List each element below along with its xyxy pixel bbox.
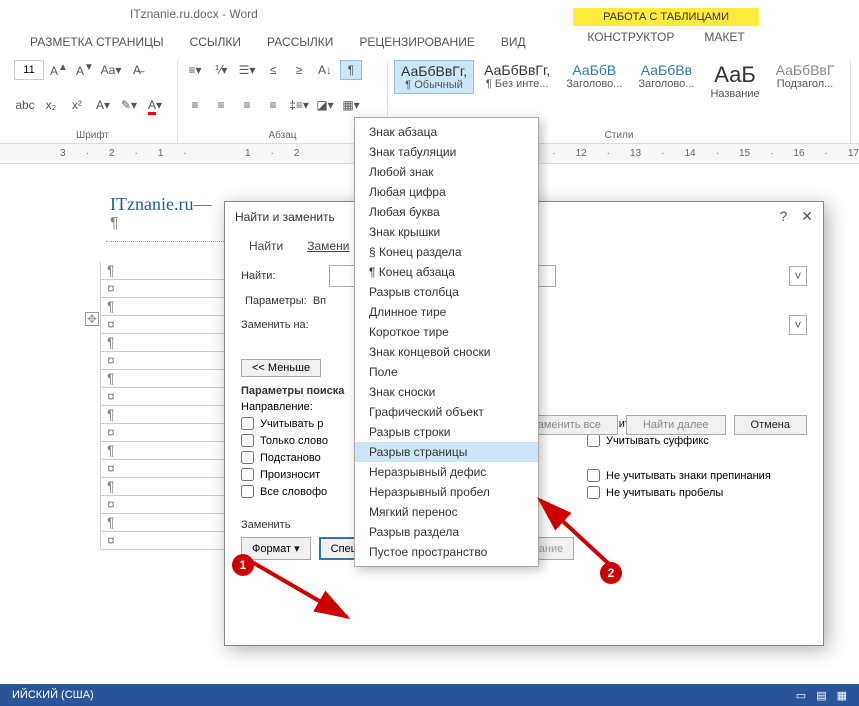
find-next-button[interactable]: Найти далее bbox=[626, 415, 726, 435]
sort-icon[interactable]: A↓ bbox=[314, 60, 336, 80]
close-icon[interactable]: ✕ bbox=[801, 208, 813, 225]
ribbon-tab[interactable]: РАССЫЛКИ bbox=[267, 35, 333, 49]
increase-indent-icon[interactable]: ≥ bbox=[288, 60, 310, 80]
table-tools-tab[interactable]: КОНСТРУКТОР bbox=[587, 30, 674, 44]
style-item[interactable]: АаБбВвГг,¶ Без инте... bbox=[478, 60, 556, 92]
table-tools-header: РАБОТА С ТАБЛИЦАМИ bbox=[573, 8, 759, 26]
table-tools-tab[interactable]: МАКЕТ bbox=[704, 30, 744, 44]
menu-item[interactable]: Любая буква bbox=[355, 202, 538, 222]
cancel-button[interactable]: Отмена bbox=[734, 415, 807, 435]
ribbon-tab[interactable]: РЕЦЕНЗИРОВАНИЕ bbox=[359, 35, 474, 49]
menu-item[interactable]: Графический объект bbox=[355, 402, 538, 422]
borders-icon[interactable]: ▦▾ bbox=[340, 95, 362, 115]
special-char-menu: Знак абзацаЗнак табуляцииЛюбой знакЛюбая… bbox=[354, 117, 539, 567]
menu-item[interactable]: Разрыв столбца bbox=[355, 282, 538, 302]
align-center-icon[interactable]: ≡ bbox=[210, 95, 232, 115]
menu-item[interactable]: Разрыв страницы bbox=[355, 442, 538, 462]
direction-label: Направление: bbox=[241, 401, 313, 413]
align-right-icon[interactable]: ≡ bbox=[236, 95, 258, 115]
menu-item[interactable]: ¶ Конец абзаца bbox=[355, 262, 538, 282]
check-whole-word[interactable] bbox=[241, 434, 254, 447]
replace-dropdown-icon[interactable]: ˅ bbox=[789, 315, 807, 335]
left-checks: Учитывать р Только слово Подстаново Прои… bbox=[241, 417, 328, 499]
font-size-input[interactable] bbox=[14, 60, 44, 80]
find-dropdown-icon[interactable]: ˅ bbox=[789, 266, 807, 286]
increase-font-icon[interactable]: A▲ bbox=[48, 60, 70, 80]
check-suffix[interactable] bbox=[587, 434, 600, 447]
check-wildcards[interactable] bbox=[241, 451, 254, 464]
decrease-indent-icon[interactable]: ≤ bbox=[262, 60, 284, 80]
ribbon-group-label: Шрифт bbox=[14, 130, 171, 143]
ribbon-tabs: РАЗМЕТКА СТРАНИЦЫ ССЫЛКИ РАССЫЛКИ РЕЦЕНЗ… bbox=[0, 28, 859, 56]
check-sounds-like[interactable] bbox=[241, 468, 254, 481]
menu-item[interactable]: Неразрывный пробел bbox=[355, 482, 538, 502]
menu-item[interactable]: Неразрывный дефис bbox=[355, 462, 538, 482]
bullets-icon[interactable]: ≡▾ bbox=[184, 60, 206, 80]
menu-item[interactable]: Любой знак bbox=[355, 162, 538, 182]
menu-item[interactable]: Пустое пространство bbox=[355, 542, 538, 562]
style-item[interactable]: АаБНазвание bbox=[704, 60, 765, 102]
menu-item[interactable]: Короткое тире bbox=[355, 322, 538, 342]
text-effects-icon[interactable]: A▾ bbox=[92, 95, 114, 115]
menu-item[interactable]: Знак сноски bbox=[355, 382, 538, 402]
arrow-one bbox=[252, 562, 372, 635]
status-language[interactable]: ИЙСКИЙ (США) bbox=[12, 689, 94, 701]
style-item[interactable]: АаБбВЗаголово... bbox=[560, 60, 628, 92]
tab-replace[interactable]: Замени bbox=[303, 237, 353, 255]
menu-item[interactable]: Знак концевой сноски bbox=[355, 342, 538, 362]
menu-item[interactable]: Знак абзаца bbox=[355, 122, 538, 142]
dialog-title-text: Найти и заменить bbox=[235, 210, 335, 224]
replace-with-label: Заменить на: bbox=[241, 319, 321, 331]
view-print-icon[interactable]: ▤ bbox=[816, 689, 826, 702]
view-web-icon[interactable]: ▦ bbox=[837, 689, 847, 702]
shading-icon[interactable]: ◪▾ bbox=[314, 95, 336, 115]
find-label: Найти: bbox=[241, 270, 321, 282]
ribbon-tab[interactable]: ВИД bbox=[501, 35, 526, 49]
less-button[interactable]: << Меньше bbox=[241, 359, 321, 377]
justify-icon[interactable]: ≡ bbox=[262, 95, 284, 115]
menu-item[interactable]: Знак табуляции bbox=[355, 142, 538, 162]
menu-item[interactable]: § Конец раздела bbox=[355, 242, 538, 262]
menu-item[interactable]: Мягкий перенос bbox=[355, 502, 538, 522]
format-button[interactable]: Формат ▾ bbox=[241, 537, 311, 560]
help-icon[interactable]: ? bbox=[779, 208, 787, 225]
tab-find[interactable]: Найти bbox=[245, 237, 287, 255]
style-normal[interactable]: АаБбВвГг,¶ Обычный bbox=[394, 60, 474, 94]
menu-item[interactable]: Поле bbox=[355, 362, 538, 382]
ribbon-tab[interactable]: ССЫЛКИ bbox=[190, 35, 241, 49]
table-move-handle[interactable]: ✥ bbox=[85, 312, 99, 326]
decrease-font-icon[interactable]: A▼ bbox=[74, 60, 96, 80]
line-spacing-icon[interactable]: ‡≡▾ bbox=[288, 95, 310, 115]
menu-item[interactable]: Длинное тире bbox=[355, 302, 538, 322]
annotation-one: 1 bbox=[232, 554, 254, 576]
subscript-icon[interactable]: x₂ bbox=[40, 95, 62, 115]
check-ignore-punct[interactable] bbox=[587, 469, 600, 482]
highlight-icon[interactable]: ✎▾ bbox=[118, 95, 140, 115]
superscript-icon[interactable]: x² bbox=[66, 95, 88, 115]
strikethrough-icon[interactable]: abc bbox=[14, 95, 36, 115]
menu-item[interactable]: Любая цифра bbox=[355, 182, 538, 202]
menu-item[interactable]: Разрыв строки bbox=[355, 422, 538, 442]
ribbon-group-label: Абзац bbox=[184, 130, 381, 143]
clear-formatting-icon[interactable]: A̶ bbox=[126, 60, 148, 80]
menu-item[interactable]: Знак крышки bbox=[355, 222, 538, 242]
view-read-icon[interactable]: ▭ bbox=[796, 689, 806, 702]
annotation-two: 2 bbox=[600, 562, 622, 584]
check-case[interactable] bbox=[241, 417, 254, 430]
status-bar: ИЙСКИЙ (США) ▭ ▤ ▦ bbox=[0, 684, 859, 706]
align-left-icon[interactable]: ≡ bbox=[184, 95, 206, 115]
window-title: ITznanie.ru.docx - Word bbox=[130, 7, 258, 21]
show-marks-icon[interactable]: ¶ bbox=[340, 60, 362, 80]
style-item[interactable]: АаБбВвГПодзагол... bbox=[770, 60, 841, 92]
multilevel-icon[interactable]: ☰▾ bbox=[236, 60, 258, 80]
numbering-icon[interactable]: ⅟▾ bbox=[210, 60, 232, 80]
change-case-icon[interactable]: Aa▾ bbox=[100, 60, 122, 80]
font-color-icon[interactable]: A▾ bbox=[144, 95, 166, 115]
table-tools-group: РАБОТА С ТАБЛИЦАМИ КОНСТРУКТОР МАКЕТ bbox=[573, 8, 759, 44]
style-item[interactable]: АаБбВвЗаголово... bbox=[632, 60, 700, 92]
menu-item[interactable]: Разрыв раздела bbox=[355, 522, 538, 542]
check-word-forms[interactable] bbox=[241, 485, 254, 498]
ribbon-tab[interactable]: РАЗМЕТКА СТРАНИЦЫ bbox=[30, 35, 164, 49]
